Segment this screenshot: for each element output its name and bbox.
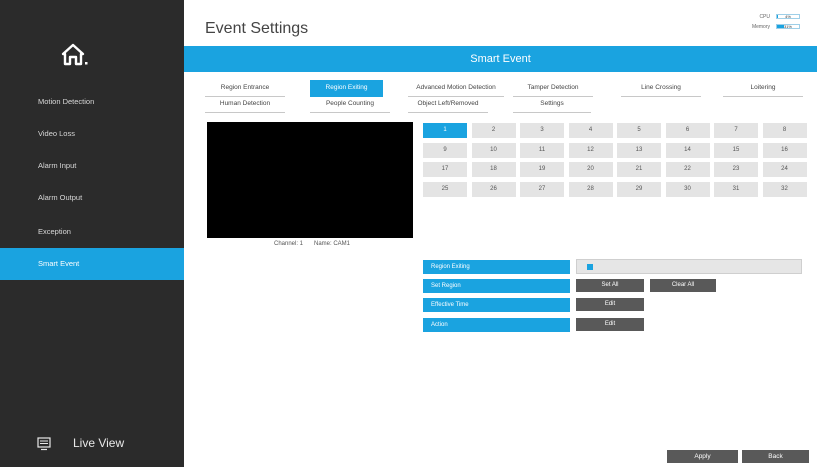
channel-button[interactable]: 32 — [762, 181, 807, 197]
tab-line-crossing[interactable]: Line Crossing — [621, 80, 701, 97]
channel-button[interactable]: 14 — [665, 142, 710, 158]
channel-button[interactable]: 7 — [714, 123, 758, 138]
channel-button[interactable]: 3 — [520, 123, 564, 138]
channel-button[interactable]: 12 — [568, 142, 613, 158]
sidebar-item-motion-detection[interactable]: Motion Detection — [0, 86, 184, 118]
monitor-icon — [37, 437, 51, 451]
clear-all-button[interactable]: Clear All — [650, 279, 716, 292]
channel-button[interactable]: 18 — [471, 162, 516, 177]
region-exiting-field — [576, 259, 802, 274]
tab-people-counting[interactable]: People Counting — [310, 96, 390, 113]
channel-button[interactable]: 26 — [471, 181, 516, 197]
tab-advanced-motion-detection[interactable]: Advanced Motion Detection — [408, 80, 504, 97]
apply-button[interactable]: Apply — [667, 450, 738, 463]
channel-button[interactable]: 31 — [714, 181, 758, 197]
channel-button[interactable]: 24 — [762, 162, 807, 177]
section-title: Smart Event — [470, 53, 531, 65]
memory-label: Memory — [751, 24, 770, 30]
tab-object-left-removed[interactable]: Object Left/Removed — [408, 96, 488, 113]
action-label: Action — [423, 318, 570, 332]
sidebar-item-smart-event[interactable]: Smart Event — [0, 248, 184, 280]
enable-checkbox[interactable] — [587, 264, 593, 270]
channel-button[interactable]: 10 — [471, 142, 516, 158]
channel-button[interactable]: 11 — [520, 142, 564, 158]
channel-button[interactable]: 22 — [665, 162, 710, 177]
section-title-bar: Smart Event — [184, 46, 817, 72]
channel-button[interactable]: 4 — [568, 123, 613, 138]
channel-button[interactable]: 13 — [617, 142, 661, 158]
action-edit-button[interactable]: Edit — [576, 318, 644, 331]
back-button[interactable]: Back — [742, 450, 809, 463]
channel-button[interactable]: 29 — [617, 181, 661, 197]
memory-value: 31% — [783, 24, 792, 29]
tab-region-entrance[interactable]: Region Entrance — [205, 80, 285, 97]
channel-button[interactable]: 23 — [714, 162, 758, 177]
tab-human-detection[interactable]: Human Detection — [205, 96, 285, 113]
tab-settings[interactable]: Settings — [513, 96, 591, 113]
sidebar: Motion Detection Video Loss Alarm Input … — [0, 0, 184, 467]
region-exiting-label: Region Exiting — [423, 260, 570, 274]
live-view-label: Live View — [73, 436, 125, 450]
tab-tamper-detection[interactable]: Tamper Detection — [513, 80, 593, 97]
cpu-bar: 4% — [776, 14, 800, 19]
channel-caption: Channel: 1 — [274, 241, 304, 247]
channel-button[interactable]: 20 — [568, 162, 613, 177]
channel-button[interactable]: 27 — [520, 181, 564, 197]
memory-bar: 31% — [776, 24, 800, 29]
channel-button[interactable]: 5 — [617, 123, 661, 138]
channel-button[interactable]: 9 — [423, 142, 467, 158]
home-icon[interactable] — [60, 42, 90, 68]
channel-button[interactable]: 1 — [423, 123, 467, 138]
channel-button[interactable]: 25 — [423, 181, 467, 197]
sidebar-item-exception[interactable]: Exception — [0, 216, 184, 248]
channel-button[interactable]: 16 — [762, 142, 807, 158]
channel-button[interactable]: 15 — [714, 142, 758, 158]
channel-button[interactable]: 17 — [423, 162, 467, 177]
channel-button[interactable]: 19 — [520, 162, 564, 177]
sidebar-item-video-loss[interactable]: Video Loss — [0, 118, 184, 150]
video-preview — [207, 122, 413, 238]
set-region-label: Set Region — [423, 279, 570, 293]
channel-button[interactable]: 21 — [617, 162, 661, 177]
sidebar-item-alarm-input[interactable]: Alarm Input — [0, 150, 184, 182]
name-caption: Name: CAM1 — [314, 241, 351, 247]
cpu-value: 4% — [785, 14, 791, 19]
channel-button[interactable]: 6 — [665, 123, 710, 138]
channel-button[interactable]: 2 — [471, 123, 516, 138]
cpu-label: CPU — [759, 14, 770, 20]
effective-time-label: Effective Time — [423, 298, 570, 312]
tab-region-exiting[interactable]: Region Exiting — [310, 80, 383, 97]
channel-button[interactable]: 30 — [665, 181, 710, 197]
sidebar-item-alarm-output[interactable]: Alarm Output — [0, 182, 184, 214]
channel-button[interactable]: 8 — [762, 123, 807, 138]
tab-loitering[interactable]: Loitering — [723, 80, 803, 97]
live-view-button[interactable]: Live View — [0, 430, 184, 460]
page-title: Event Settings — [205, 20, 309, 37]
effective-time-edit-button[interactable]: Edit — [576, 298, 644, 311]
set-all-button[interactable]: Set All — [576, 279, 644, 292]
channel-button[interactable]: 28 — [568, 181, 613, 197]
